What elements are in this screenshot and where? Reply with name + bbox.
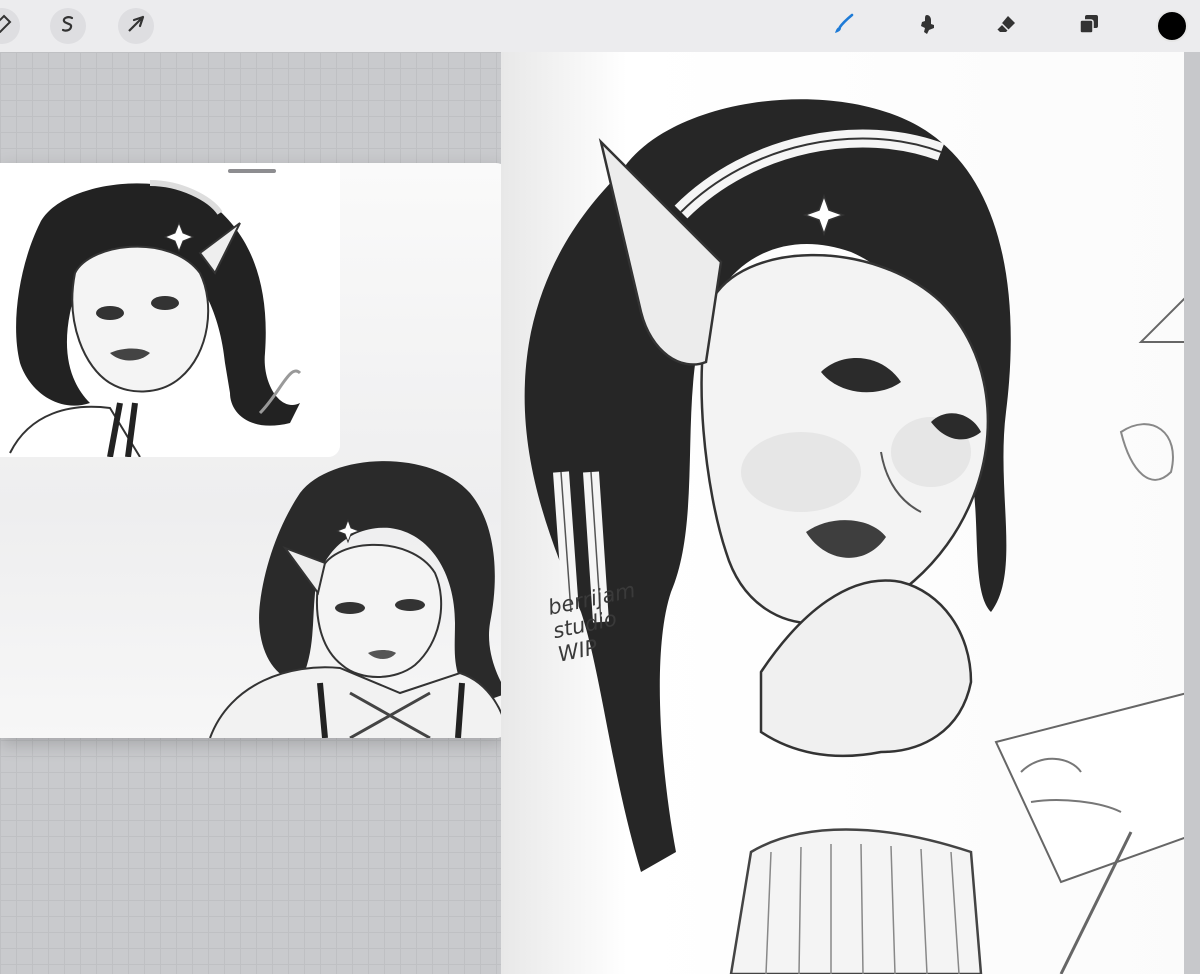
eraser-icon — [994, 12, 1018, 41]
brush-icon — [832, 12, 856, 41]
reference-image — [0, 163, 340, 457]
selection-button[interactable] — [50, 8, 86, 44]
selection-icon — [56, 12, 80, 41]
reference-window[interactable] — [0, 163, 508, 738]
modify-icon — [0, 12, 14, 41]
canvas-scrollbar[interactable] — [1184, 52, 1200, 974]
layers-icon — [1077, 12, 1101, 41]
canvas-sketch — [524, 99, 1200, 974]
smudge-icon — [915, 12, 939, 41]
reference-image-lower — [200, 453, 508, 738]
eraser-button[interactable] — [988, 8, 1024, 44]
brush-button[interactable] — [826, 8, 862, 44]
reference-sketch-bottom — [209, 461, 508, 738]
modify-button[interactable] — [0, 8, 20, 44]
main-canvas[interactable] — [501, 52, 1200, 974]
transform-icon — [124, 12, 148, 41]
smudge-button[interactable] — [909, 8, 945, 44]
reference-sketch-top — [0, 163, 340, 457]
top-toolbar — [0, 0, 1200, 53]
reference-drag-handle[interactable] — [228, 169, 276, 173]
layers-button[interactable] — [1071, 8, 1107, 44]
transform-button[interactable] — [118, 8, 154, 44]
color-swatch[interactable] — [1156, 10, 1188, 42]
